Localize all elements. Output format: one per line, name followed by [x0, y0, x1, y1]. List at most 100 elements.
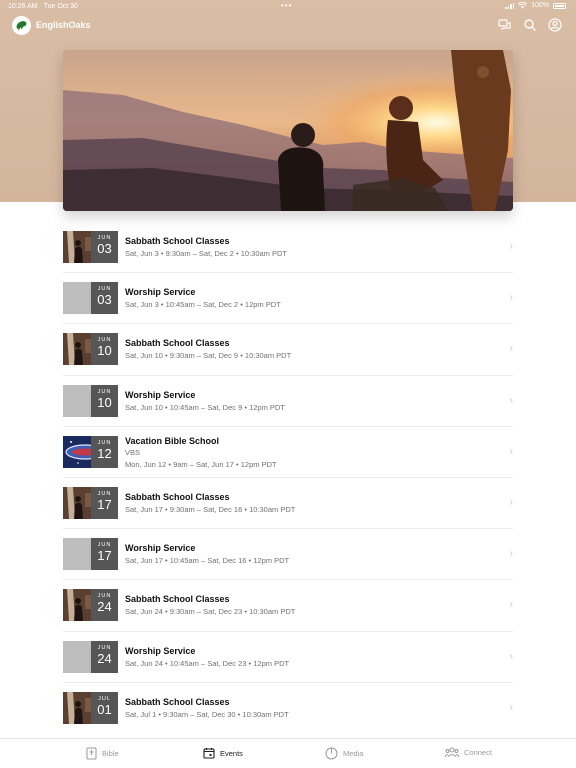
event-row[interactable]: JUN 17 Worship Service Sat, Jun 17 • 10:45a…	[63, 529, 513, 581]
event-date-badge: JUL 01	[91, 691, 118, 724]
event-time: Sat, Jun 10 • 9:30am – Sat, Dec 9 • 10:3…	[125, 351, 292, 361]
event-thumbnail: JUN 03	[63, 231, 118, 263]
event-thumbnail: JUN 17	[63, 538, 118, 571]
event-row[interactable]: JUN 10 Sabbath School Classes Sat, Jun 10 •…	[63, 324, 513, 376]
chat-icon[interactable]	[498, 18, 512, 32]
event-day: 03	[97, 241, 112, 256]
tab-events-label: Events	[220, 748, 243, 758]
event-time: Sat, Jun 24 • 9:30am – Sat, Dec 23 • 10:…	[125, 607, 296, 617]
event-day: 17	[97, 548, 112, 564]
event-day: 24	[97, 650, 112, 666]
event-row[interactable]: JUL 01 Sabbath School Classes Sat, Jul 1 • …	[63, 683, 513, 734]
event-title: Sabbath School Classes	[125, 491, 230, 502]
tab-connect[interactable]: Connect	[445, 747, 492, 758]
hero-image[interactable]	[63, 50, 513, 211]
event-day: 24	[97, 599, 112, 615]
event-thumbnail: JUN 10	[63, 333, 118, 366]
chevron-right-icon: ›	[509, 650, 513, 662]
event-thumbnail: JUN 24	[63, 640, 118, 673]
event-title: Worship Service	[125, 543, 196, 554]
event-day: 10	[97, 343, 112, 359]
event-detail: VBS	[125, 447, 141, 457]
calendar-icon	[203, 748, 215, 759]
event-date-badge: JUN 17	[91, 538, 118, 571]
status-bar: 10:26 AM Tue Oct 30 ••• 100%	[0, 0, 576, 12]
event-row[interactable]: JUN 17 Sabbath School Classes Sat, Jun 17 •…	[63, 478, 513, 530]
tab-events[interactable]: Events	[203, 747, 243, 759]
church-logo-icon[interactable]	[12, 16, 31, 35]
bible-icon	[86, 747, 97, 760]
chevron-right-icon: ›	[509, 292, 513, 304]
tab-bible[interactable]: Bible	[86, 747, 119, 760]
event-title: Sabbath School Classes	[125, 696, 230, 707]
event-title: Sabbath School Classes	[125, 594, 230, 605]
event-time: Sat, Jun 24 • 10:45am – Sat, Dec 23 • 12…	[125, 658, 290, 668]
event-title: Sabbath School Classes	[125, 236, 230, 246]
chevron-right-icon: ›	[509, 599, 513, 611]
battery-icon	[553, 2, 566, 9]
event-row[interactable]: JUN 10 Worship Service Sat, Jun 10 • 10:45a…	[63, 376, 513, 427]
event-thumbnail: JUN 17	[63, 486, 118, 519]
event-row[interactable]: JUN 24 Sabbath School Classes Sat, Jun 24 •…	[63, 580, 513, 632]
event-date-badge: JUN 24	[91, 589, 118, 622]
event-time: Sat, Jul 1 • 9:30am – Sat, Dec 30 • 10:3…	[125, 709, 289, 719]
chevron-right-icon: ›	[509, 445, 513, 457]
chevron-right-icon: ›	[509, 241, 513, 252]
event-date-badge: JUN 10	[91, 384, 118, 417]
multitask-dots-icon[interactable]: •••	[281, 1, 292, 10]
event-row[interactable]: JUN 03 Sabbath School Classes Sat, Jun 3 • …	[63, 222, 513, 274]
event-month: JUN	[97, 388, 112, 395]
event-row[interactable]: JUN 12 Vacation Bible School VBS Mon, Jun 12…	[63, 427, 513, 478]
top-navigation: EnglishOaks	[0, 14, 576, 38]
battery-percent: 100%	[531, 2, 549, 9]
event-day: 01	[97, 701, 112, 717]
tab-bible-label: Bible	[102, 749, 119, 758]
event-date-badge: JUN 03	[91, 282, 118, 315]
event-day: 03	[97, 292, 112, 308]
tab-media[interactable]: Media	[325, 747, 363, 760]
event-date-badge: JUN 24	[91, 640, 118, 673]
event-title: Worship Service	[125, 389, 196, 400]
search-icon[interactable]	[523, 18, 537, 32]
event-row[interactable]: JUN 03 Worship Service Sat, Jun 3 • 10:45am…	[63, 273, 513, 325]
chevron-right-icon: ›	[509, 394, 513, 406]
event-time: Sat, Jun 3 • 9:30am – Sat, Dec 2 • 10:30…	[125, 249, 288, 258]
chevron-right-icon: ›	[509, 496, 513, 508]
event-month: JUL	[98, 695, 111, 702]
event-date-badge: JUN 03	[91, 231, 118, 263]
event-day: 17	[97, 496, 112, 512]
event-date-badge: JUN 12	[91, 435, 118, 468]
tab-connect-label: Connect	[464, 748, 492, 757]
event-title: Vacation Bible School	[125, 435, 220, 446]
wifi-icon	[518, 2, 528, 9]
tab-bar: Bible Events Media Connect	[0, 738, 576, 768]
events-list: JUN 03 Sabbath School Classes Sat, Jun 3 • …	[63, 222, 513, 734]
event-row[interactable]: JUN 24 Worship Service Sat, Jun 24 • 10:45a…	[63, 632, 513, 683]
chevron-right-icon: ›	[509, 701, 513, 713]
connect-icon	[445, 747, 459, 758]
event-title: Worship Service	[125, 645, 196, 656]
chevron-right-icon: ›	[509, 548, 513, 560]
status-time: 10:26 AM	[8, 2, 38, 10]
event-time: Sat, Jun 10 • 10:45am – Sat, Dec 9 • 12p…	[125, 402, 285, 412]
profile-icon[interactable]	[548, 18, 562, 32]
event-time: Sat, Jun 3 • 10:45am – Sat, Dec 2 • 12pm…	[125, 300, 281, 310]
event-day: 12	[97, 445, 112, 461]
event-date-badge: JUN 17	[91, 486, 118, 519]
event-title: Sabbath School Classes	[125, 338, 230, 349]
event-thumbnail: JUL 01	[63, 691, 118, 724]
app-name[interactable]: EnglishOaks	[36, 20, 91, 30]
event-thumbnail: JUN 03	[63, 282, 118, 315]
event-thumbnail: JUN 24	[63, 589, 118, 622]
event-time: Mon, Jun 12 • 9am – Sat, Jun 17 • 12pm P…	[125, 459, 277, 469]
event-date-badge: JUN 10	[91, 333, 118, 366]
status-date: Tue Oct 30	[43, 2, 78, 10]
event-thumbnail: JUN 10	[63, 384, 118, 417]
event-thumbnail: JUN 12	[63, 435, 118, 468]
event-title: Worship Service	[125, 287, 196, 298]
media-icon	[325, 747, 338, 760]
event-time: Sat, Jun 17 • 9:30am – Sat, Dec 16 • 10:…	[125, 504, 296, 514]
signal-icon	[505, 2, 515, 9]
event-time: Sat, Jun 17 • 10:45am – Sat, Dec 16 • 12…	[125, 556, 290, 566]
event-month: JUN	[97, 439, 112, 446]
